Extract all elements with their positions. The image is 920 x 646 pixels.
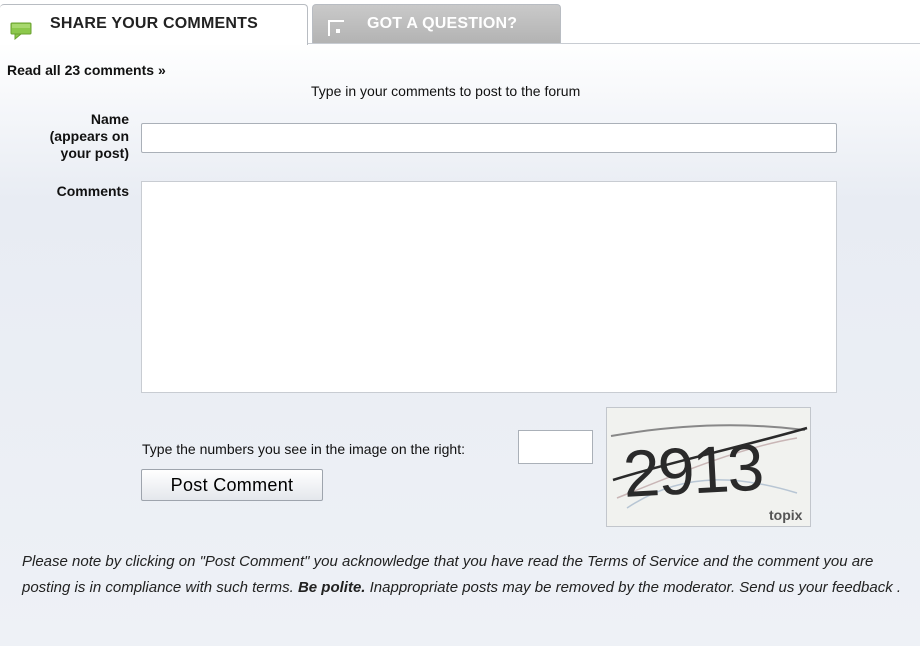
tab-got-question[interactable]: GOT A QUESTION? [312,4,561,43]
captcha-prompt: Type the numbers you see in the image on… [142,441,465,457]
name-field-label: Name (appears on your post) [20,111,129,162]
tab-question-label: GOT A QUESTION? [367,15,518,32]
name-label-line: your post) [60,145,129,161]
posting-notice: Please note by clicking on "Post Comment… [22,549,902,601]
captcha-input[interactable] [518,430,593,464]
name-input[interactable] [141,123,837,153]
name-label-line: (appears on [49,128,129,144]
tab-share-label: SHARE YOUR COMMENTS [50,15,258,32]
read-all-comments-link[interactable]: Read all 23 comments » [7,62,166,78]
captcha-brand: topix [769,507,803,523]
post-comment-button[interactable]: Post Comment [141,469,323,501]
tab-share-comments[interactable]: SHARE YOUR COMMENTS [0,4,308,45]
speech-bubble-icon [10,22,32,41]
comment-tabs: SHARE YOUR COMMENTS GOT A QUESTION? [0,0,920,45]
captcha-image: 2913 topix [606,407,811,527]
question-box-icon [327,18,347,38]
be-polite-text: Be polite. [297,579,366,596]
comments-field-label: Comments [56,183,129,199]
form-instructions: Type in your comments to post to the for… [311,83,581,99]
name-label-line: Name [90,111,129,127]
notice-text-end: Inappropriate posts may be removed by th… [365,579,902,596]
comments-textarea[interactable] [141,181,837,393]
